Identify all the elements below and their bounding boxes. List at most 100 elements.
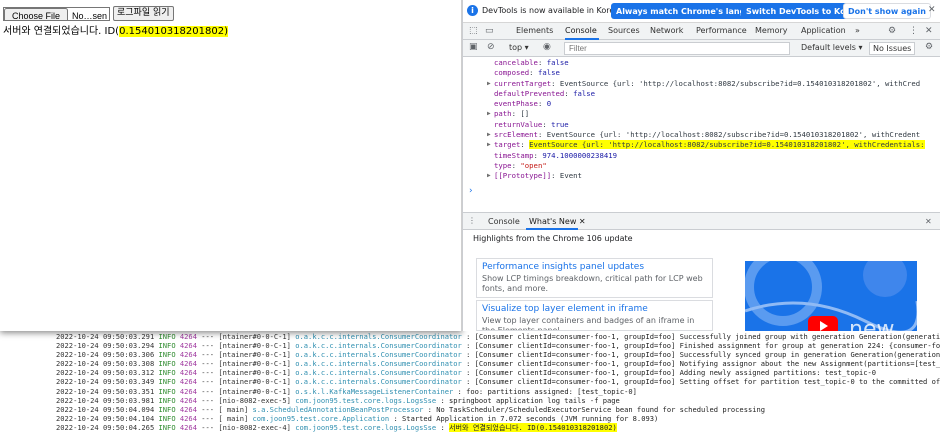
- log-timestamp: 2022-10-24 09:50:04.265: [56, 422, 155, 432]
- log-pid: 4264: [179, 332, 197, 341]
- status-suffix: ): [224, 26, 228, 37]
- log-levels-dropdown[interactable]: Default levels ▾: [801, 43, 863, 52]
- sidebar-toggle-icon[interactable]: ▣: [469, 42, 478, 52]
- property-colon: :: [551, 171, 560, 181]
- tab-sources[interactable]: Sources: [608, 26, 640, 35]
- log-logger: o.a.k.c.c.internals.ConsumerCoordinator: [295, 332, 462, 341]
- property-value: EventSource {url: 'http://localhost:8082…: [546, 130, 921, 140]
- whats-new-video-thumbnail[interactable]: new: [745, 261, 917, 331]
- whats-new-card[interactable]: Performance insights panel updates Show …: [476, 258, 713, 298]
- log-level: INFO: [158, 413, 176, 423]
- tab-performance[interactable]: Performance: [696, 26, 747, 35]
- property-value: false: [537, 68, 560, 78]
- file-input[interactable]: [3, 7, 110, 21]
- property-value: EventSource {url: 'http://localhost:8082…: [529, 140, 925, 150]
- log-pid: 4264: [179, 413, 197, 423]
- property-value: true: [551, 119, 569, 129]
- context-selector[interactable]: top ▾: [509, 43, 529, 52]
- property-key: currentTarget: [494, 78, 552, 88]
- drawer-tab-whats-new[interactable]: What's New ✕: [529, 217, 586, 226]
- log-level: INFO: [158, 368, 176, 378]
- clear-console-icon[interactable]: ⊘: [487, 42, 495, 52]
- inspect-element-icon[interactable]: ⬚: [469, 26, 478, 36]
- log-logger: o.a.k.c.c.internals.ConsumerCoordinator: [295, 368, 462, 378]
- log-timestamp: 2022-10-24 09:50:04.094: [56, 404, 155, 414]
- log-logger: o.a.k.c.c.internals.ConsumerCoordinator: [295, 341, 462, 351]
- console-property-line[interactable]: ▶ currentTarget: EventSource {url: 'http:…: [463, 79, 940, 89]
- log-timestamp: 2022-10-24 09:50:03.308: [56, 359, 155, 369]
- console-property-line: returnValue: true: [463, 120, 940, 130]
- expand-triangle-icon[interactable]: ▶: [487, 171, 491, 181]
- log-line: 2022-10-24 09:50:03.312 INFO 4264 --- [n…: [56, 368, 940, 377]
- log-thread: --- [ main]: [201, 413, 249, 423]
- more-options-icon[interactable]: ⋮: [909, 26, 918, 36]
- log-level: INFO: [158, 332, 176, 341]
- log-level: INFO: [158, 341, 176, 351]
- log-message: : [Consumer clientId=consumer-foo-1, gro…: [466, 332, 940, 341]
- console-prompt[interactable]: ›: [469, 186, 473, 196]
- drawer-tab-console[interactable]: Console: [488, 217, 520, 226]
- drawer-tab-whats-new-label: What's New: [529, 217, 577, 226]
- console-settings-icon[interactable]: ⚙: [925, 42, 933, 52]
- log-lines: 2022-10-24 09:50:03.291 INFO 4264 --- [n…: [56, 332, 940, 432]
- devtools-panel: i DevTools is now available in Korean! A…: [462, 0, 940, 331]
- log-level: INFO: [158, 422, 176, 432]
- console-property-line[interactable]: ▶ path: []: [463, 109, 940, 119]
- property-key: [[Prototype]]: [494, 171, 552, 181]
- expand-triangle-icon[interactable]: ▶: [487, 130, 491, 140]
- console-property-line[interactable]: ▶ [[Prototype]]: Event: [463, 171, 940, 181]
- close-icon[interactable]: ✕: [928, 5, 936, 15]
- log-thread: --- [ntainer#0-0-C-1]: [201, 350, 291, 360]
- property-value: Event: [559, 171, 582, 181]
- card-title[interactable]: Visualize top layer element in iframe: [482, 304, 707, 314]
- whats-new-card[interactable]: Visualize top layer element in iframe Vi…: [476, 300, 713, 331]
- log-pid: 4264: [179, 341, 197, 351]
- log-message: : foo: partitions assigned: [test_topic-…: [457, 386, 637, 396]
- close-drawer-icon[interactable]: ✕: [925, 217, 932, 226]
- expand-triangle-icon[interactable]: ▶: [487, 140, 491, 150]
- property-colon: :: [542, 119, 552, 129]
- tab-console[interactable]: Console: [565, 26, 597, 35]
- tab-elements[interactable]: Elements: [516, 26, 553, 35]
- property-key: srcElement: [494, 130, 538, 140]
- log-line: 2022-10-24 09:50:04.094 INFO 4264 --- [ …: [56, 405, 940, 414]
- log-thread: --- [ntainer#0-0-C-1]: [201, 332, 291, 341]
- log-pid: 4264: [179, 422, 197, 432]
- more-tabs-icon[interactable]: »: [855, 26, 860, 35]
- console-property-line: timeStamp: 974.1000000238419: [463, 151, 940, 161]
- expand-triangle-icon[interactable]: ▶: [487, 109, 491, 119]
- play-icon[interactable]: [808, 316, 838, 331]
- tab-application[interactable]: Application: [801, 26, 846, 35]
- drawer-tabbar: ⋮ Console What's New ✕ ✕: [463, 212, 940, 230]
- console-property-line[interactable]: ▶ target: EventSource {url: 'http://local…: [463, 140, 940, 150]
- settings-icon[interactable]: ⚙: [888, 26, 896, 36]
- tab-network[interactable]: Network: [650, 26, 683, 35]
- property-colon: :: [537, 99, 547, 109]
- drawer-menu-icon[interactable]: ⋮: [468, 216, 476, 225]
- log-thread: --- [ntainer#0-0-C-1]: [201, 359, 291, 369]
- status-prefix: 서버와 연결되었습니다. ID(: [3, 26, 120, 37]
- property-colon: :: [537, 58, 547, 67]
- read-log-file-button[interactable]: 로그파일 읽기: [113, 6, 174, 21]
- close-devtools-icon[interactable]: ✕: [925, 26, 933, 36]
- filter-input[interactable]: [564, 42, 790, 55]
- log-message: : [Consumer clientId=consumer-foo-1, gro…: [466, 350, 940, 360]
- card-title[interactable]: Performance insights panel updates: [482, 262, 707, 272]
- log-level: INFO: [158, 377, 176, 387]
- expand-triangle-icon[interactable]: ▶: [487, 79, 491, 89]
- log-thread: --- [ntainer#0-0-C-1]: [201, 377, 291, 387]
- property-value: 0: [546, 99, 552, 109]
- property-colon: :: [529, 68, 538, 78]
- device-toolbar-icon[interactable]: ▭: [485, 26, 494, 36]
- property-key: timeStamp: [494, 150, 534, 160]
- live-expression-icon[interactable]: ◉: [543, 42, 551, 52]
- console-property-line[interactable]: ▶ srcElement: EventSource {url: 'http://l…: [463, 130, 940, 140]
- log-message: : Started Application in 7.072 seconds (…: [393, 413, 659, 423]
- tab-memory[interactable]: Memory: [755, 26, 788, 35]
- log-logger: s.a.ScheduledAnnotationBeanPostProcessor: [252, 404, 424, 414]
- log-timestamp: 2022-10-24 09:50:03.351: [56, 386, 155, 396]
- issues-button[interactable]: No Issues: [869, 42, 916, 55]
- log-message-highlighted: 서버와 연결되었습니다. ID(0.154010318201802): [449, 422, 617, 432]
- language-infobar: i DevTools is now available in Korean! A…: [463, 0, 940, 23]
- dont-show-again-button[interactable]: Don't show again: [843, 3, 931, 19]
